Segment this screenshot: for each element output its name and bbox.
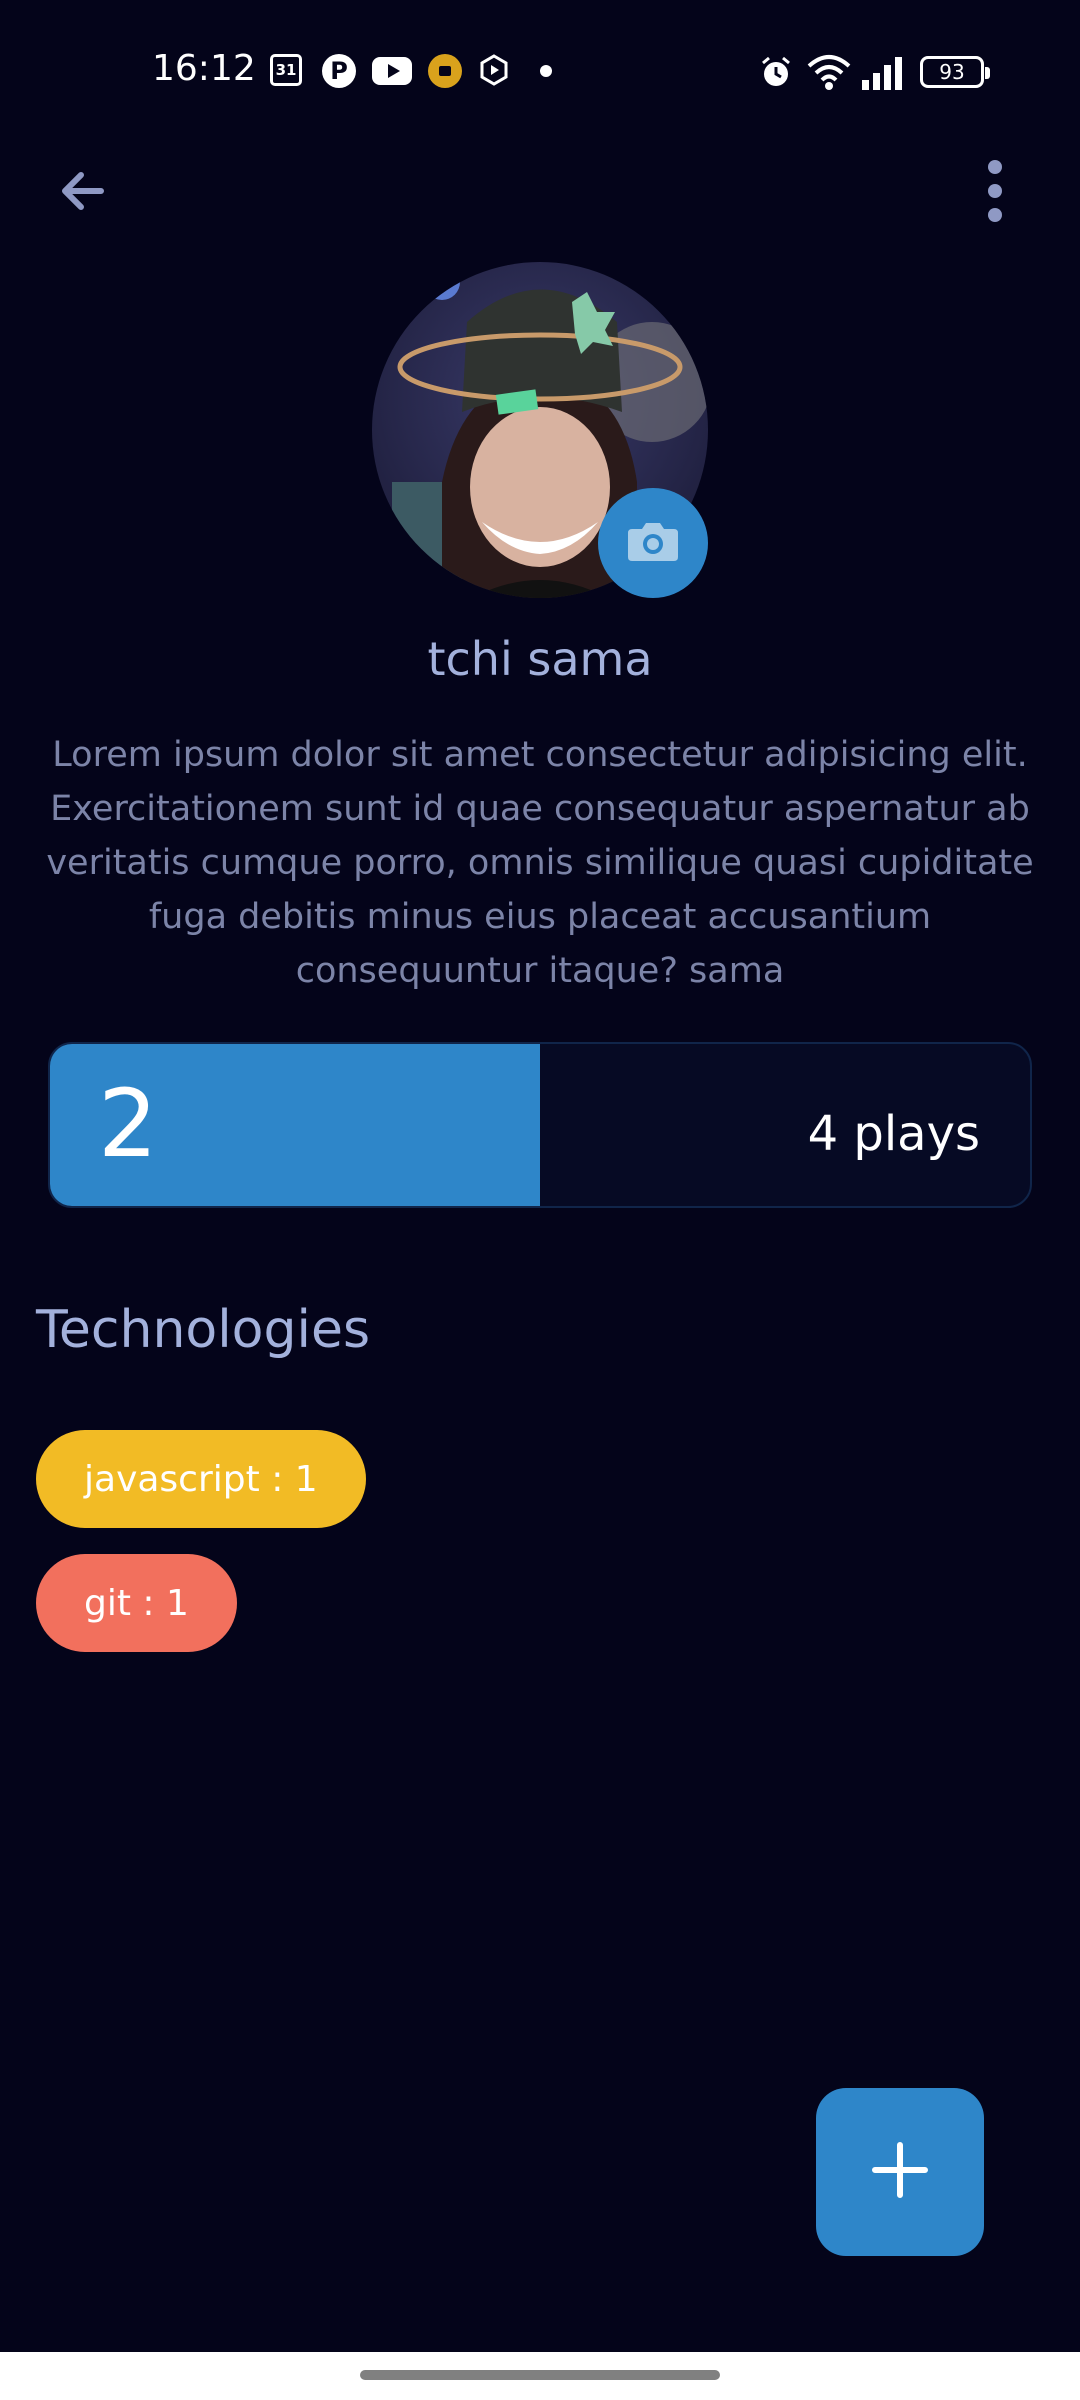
technology-chips: javascript : 1 git : 1 [36,1430,366,1678]
level-value: 2 [98,1070,158,1179]
avatar-container [372,262,708,598]
plus-icon [871,2141,929,2203]
plays-progress-bar: 2 4 plays [48,1042,1032,1208]
back-button[interactable] [48,158,118,228]
status-bar: 16:12 31 P 93 [0,0,1080,130]
navigation-bar [0,2352,1080,2400]
chip-git[interactable]: git : 1 [36,1554,237,1652]
chip-javascript[interactable]: javascript : 1 [36,1430,366,1528]
battery-icon: 93 [920,56,990,88]
app-notification-icon [428,54,462,88]
signal-icon [860,54,906,92]
plays-label: 4 plays [807,1106,980,1162]
calendar-icon: 31 [270,54,302,86]
profile-bio: Lorem ipsum dolor sit amet consectetur a… [46,735,1034,991]
pinterest-icon: P [322,54,356,88]
gesture-handle[interactable] [360,2370,720,2380]
youtube-icon [372,57,412,85]
change-photo-button[interactable] [598,488,708,598]
chip-row-javascript: javascript : 1 [36,1430,366,1554]
camera-icon [626,519,680,567]
add-button[interactable] [816,2088,984,2256]
section-title-technologies: Technologies [36,1300,371,1360]
arrow-left-icon [55,163,111,223]
status-time: 16:12 [152,48,256,89]
more-options-button[interactable] [960,158,1030,228]
hexagon-icon [478,54,510,86]
profile-name: tchi sama [427,632,653,686]
wifi-icon [806,54,852,92]
alarm-icon [758,54,794,90]
chip-row-git: git : 1 [36,1554,366,1678]
dot-icon [540,65,552,77]
more-vertical-icon [985,159,1005,227]
